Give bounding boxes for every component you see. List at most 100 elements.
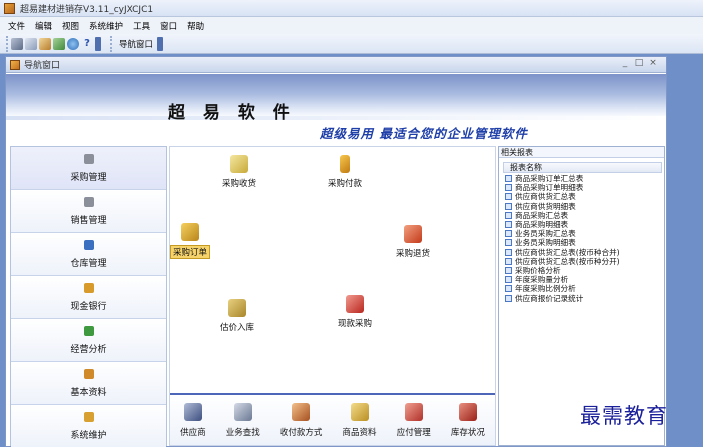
toolbar-overflow-icon[interactable]	[95, 36, 101, 51]
module-label: 现金银行	[70, 301, 107, 312]
tool-product-data[interactable]: 商品资料	[343, 402, 377, 438]
slogan: 超级易用 最适合您的企业管理软件	[320, 126, 528, 141]
banner-stripe	[6, 116, 666, 120]
menu-view[interactable]: 视图	[62, 20, 79, 32]
flow-label: 采购收货	[222, 179, 257, 189]
return-icon	[404, 225, 422, 243]
navigation-window-title: 导航窗口	[24, 61, 61, 71]
report-item[interactable]: 商品采购汇总表	[505, 211, 664, 220]
warehouse-module-icon	[83, 239, 94, 250]
supplier-person-icon	[183, 402, 202, 421]
report-item[interactable]: 供应商供货汇总表	[505, 192, 664, 201]
flow-cash-purchase[interactable]: 现款采购	[338, 295, 372, 329]
module-label: 销售管理	[70, 215, 107, 226]
menu-bar: 文件 编辑 视图 系统维护 工具 窗口 帮助	[0, 17, 703, 34]
quick-tools-bar: 供应商 业务查找 收付款方式 商品资料 应付管理 库存状况	[170, 393, 495, 445]
report-item[interactable]: 商品采购明细表	[505, 220, 664, 229]
menu-file[interactable]: 文件	[8, 20, 25, 32]
tool-payment-methods[interactable]: 收付款方式	[279, 402, 323, 438]
module-warehouse[interactable]: 仓库管理	[11, 233, 166, 276]
tool-label: 库存状况	[450, 427, 485, 438]
menu-tools[interactable]: 工具	[133, 20, 150, 32]
flow-estimate-stock-in[interactable]: 估价入库	[220, 299, 254, 333]
flow-purchase-receipt[interactable]: 采购收货	[222, 155, 256, 189]
window-controls: _ □ ×	[618, 58, 660, 68]
module-purchase[interactable]: 采购管理	[11, 147, 166, 190]
reports-list: 商品采购订单汇总表 商品采购订单明细表 供应商供货汇总表 供应商供货明细表 商品…	[499, 174, 664, 303]
report-item[interactable]: 供应商报价记录统计	[505, 293, 664, 303]
maximize-button[interactable]: □	[632, 58, 646, 68]
flow-label: 采购订单	[170, 245, 211, 259]
report-icon	[505, 230, 512, 238]
payment-method-icon	[292, 402, 311, 421]
report-label: 供应商供货明细表	[515, 201, 576, 211]
report-label: 供应商供货汇总表	[515, 192, 576, 202]
copy-icon[interactable]	[25, 37, 37, 50]
refresh-icon[interactable]	[53, 37, 65, 50]
reports-header: 相关报表	[499, 147, 664, 158]
report-item[interactable]: 业务员采购明细表	[505, 238, 664, 247]
module-basic-data[interactable]: 基本资料	[11, 362, 166, 405]
toolbar-overflow-icon-2[interactable]	[157, 36, 164, 51]
report-icon	[505, 211, 512, 219]
globe-icon[interactable]	[67, 37, 79, 50]
warehouse-icon	[458, 402, 477, 421]
report-item[interactable]: 供应商供货汇总表(按币种分开)	[505, 257, 664, 266]
report-item[interactable]: 年度采购比例分析	[505, 284, 664, 293]
module-system-maintenance[interactable]: 系统维护	[11, 405, 166, 447]
module-label: 系统维护	[70, 430, 107, 441]
flow-purchase-return[interactable]: 采购退货	[396, 225, 430, 259]
report-item[interactable]: 业务员采购汇总表	[505, 229, 664, 238]
report-item[interactable]: 年度采购量分析	[505, 275, 664, 284]
flow-label: 采购退货	[396, 249, 431, 259]
report-item[interactable]: 商品采购订单明细表	[505, 183, 664, 192]
report-label: 业务员采购汇总表	[515, 229, 576, 239]
close-button[interactable]: ×	[646, 58, 660, 68]
flow-label: 现款采购	[338, 319, 373, 329]
tool-supplier[interactable]: 供应商	[180, 402, 206, 438]
tool-label: 应付管理	[396, 427, 431, 438]
report-item[interactable]: 商品采购订单汇总表	[505, 174, 664, 183]
tool-payables[interactable]: 应付管理	[396, 402, 431, 438]
report-label: 年度采购量分析	[515, 275, 569, 285]
paste-icon[interactable]	[39, 37, 51, 50]
reports-column-header[interactable]: 报表名称	[503, 162, 662, 173]
module-label: 仓库管理	[70, 258, 107, 269]
report-icon	[505, 248, 512, 256]
minimize-button[interactable]: _	[618, 58, 632, 68]
watermark: 最需教育	[580, 404, 668, 428]
help-icon[interactable]: ?	[81, 38, 93, 50]
product-icon	[350, 402, 369, 421]
tool-label: 供应商	[180, 427, 206, 438]
menu-system[interactable]: 系统维护	[89, 20, 123, 32]
tool-label: 收付款方式	[279, 427, 323, 438]
order-pencil-icon	[181, 223, 199, 241]
flow-purchase-order[interactable]: 采购订单	[170, 223, 211, 259]
report-icon	[505, 193, 512, 201]
menu-edit[interactable]: 编辑	[35, 20, 52, 32]
report-icon	[505, 257, 512, 265]
basic-data-module-icon	[83, 368, 94, 379]
nav-window-button[interactable]: 导航窗口	[115, 37, 157, 51]
tool-label: 业务查找	[225, 427, 260, 438]
calculator-icon	[404, 402, 423, 421]
menu-window[interactable]: 窗口	[160, 20, 177, 32]
tool-inventory-status[interactable]: 库存状况	[450, 402, 485, 438]
report-label: 商品采购明细表	[515, 220, 569, 230]
module-analysis[interactable]: 经营分析	[11, 319, 166, 362]
toolbar: ? 导航窗口	[0, 34, 703, 54]
flow-purchase-payment[interactable]: 采购付款	[328, 155, 362, 189]
module-sales[interactable]: 销售管理	[11, 190, 166, 233]
module-cash-bank[interactable]: 现金银行	[11, 276, 166, 319]
report-item[interactable]: 采购价格分析	[505, 266, 664, 275]
navigation-window: 导航窗口 _ □ × 超 易 软 件 超级易用 最适合您的企业管理软件 采购管理…	[5, 56, 667, 447]
title-bar: 超易建材进销存V3.11_cyJXCJC1	[0, 0, 703, 17]
tool-business-search[interactable]: 业务查找	[225, 402, 260, 438]
report-label: 商品采购订单明细表	[515, 183, 584, 193]
cut-icon[interactable]	[11, 37, 23, 50]
menu-help[interactable]: 帮助	[187, 20, 204, 32]
report-label: 商品采购订单汇总表	[515, 174, 584, 184]
work-area: 采购收货 采购付款 采购订单 采购退货 估价入库 现款采购 供应商 业务查找 收…	[169, 146, 496, 446]
report-item[interactable]: 供应商供货汇总表(按币种合并)	[505, 248, 664, 257]
report-item[interactable]: 供应商供货明细表	[505, 202, 664, 211]
